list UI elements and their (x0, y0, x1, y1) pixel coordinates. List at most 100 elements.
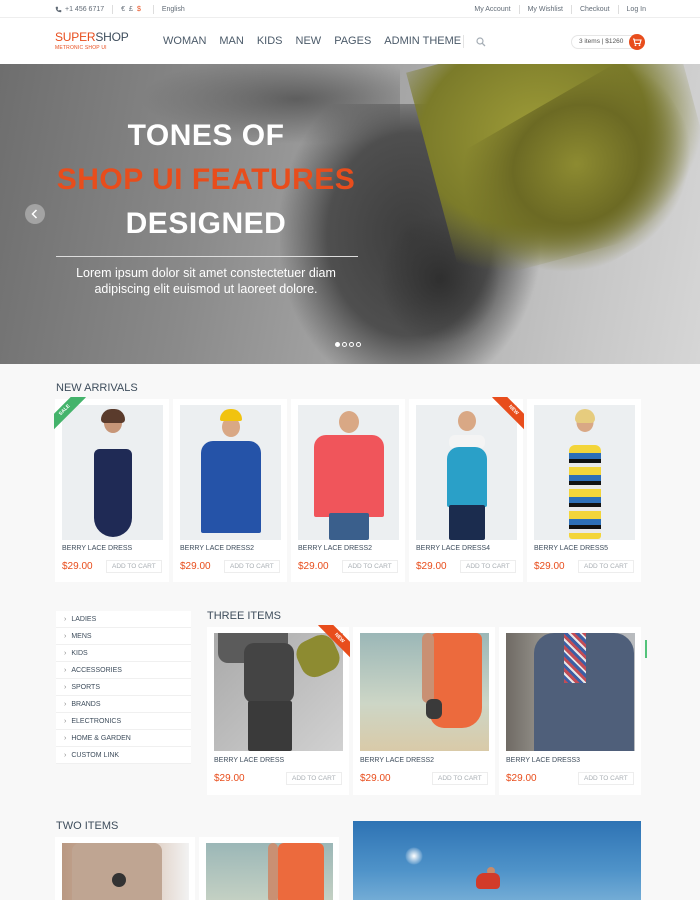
product-card[interactable]: BERRY LACE DRESS5 $29.00 ADD TO CART (527, 399, 641, 582)
product-card[interactable] (199, 837, 339, 900)
image-plaid-shirt (564, 633, 586, 683)
slider-dot-1[interactable] (335, 342, 340, 347)
top-bar: +1 456 6717 € £ $ English My Account My … (0, 0, 700, 18)
search-icon[interactable] (476, 37, 486, 47)
hero-line-3: DESIGNED (125, 207, 287, 240)
product-card[interactable] (55, 837, 195, 900)
nav-pages[interactable]: PAGES (334, 35, 371, 47)
nav-woman[interactable]: WOMAN (163, 35, 206, 47)
nav-kids[interactable]: KIDS (257, 35, 283, 47)
product-name[interactable]: BERRY LACE DRESS2 (360, 757, 434, 764)
slider-dot-4[interactable] (356, 342, 361, 347)
currency-gbp[interactable]: £ (129, 6, 133, 13)
currency-eur[interactable]: € (121, 6, 125, 13)
divider (570, 5, 572, 14)
currency-usd[interactable]: $ (137, 6, 141, 13)
my-wishlist-link[interactable]: My Wishlist (528, 6, 563, 13)
product-card[interactable]: NEW BERRY LACE DRESS4 $29.00 ADD TO CART (409, 397, 524, 582)
model-head (457, 411, 476, 431)
chevron-right-icon: › (64, 735, 67, 742)
add-to-cart-button[interactable]: ADD TO CART (578, 560, 634, 573)
slider-dot-3[interactable] (349, 342, 354, 347)
product-card[interactable]: BERRY LACE DRESS3 $29.00 ADD TO CART (499, 627, 641, 795)
new-arrivals-title: NEW ARRIVALS (56, 382, 138, 394)
product-price: $29.00 (62, 561, 93, 572)
divider (617, 5, 619, 14)
product-image[interactable] (506, 633, 635, 751)
divider (518, 5, 520, 14)
add-to-cart-button[interactable]: ADD TO CART (578, 772, 634, 785)
product-image[interactable] (360, 633, 489, 751)
language-selector[interactable]: English (162, 6, 185, 13)
nav-admin-theme[interactable]: ADMIN THEME (384, 35, 461, 47)
checkout-link[interactable]: Checkout (580, 6, 610, 13)
sidebar-item-mens[interactable]: › MENS (56, 628, 191, 645)
nav-new[interactable]: NEW (296, 35, 322, 47)
sidebar-item-label: SPORTS (71, 684, 100, 691)
product-card[interactable]: BERRY LACE DRESS2 $29.00 ADD TO CART (353, 627, 495, 795)
sidebar-item-home-garden[interactable]: › HOME & GARDEN (56, 730, 191, 747)
top-bar-left: +1 456 6717 € £ $ English (55, 5, 185, 14)
add-to-cart-button[interactable]: ADD TO CART (432, 772, 488, 785)
promo-banner[interactable] (353, 821, 641, 900)
add-to-cart-button[interactable]: ADD TO CART (224, 560, 280, 573)
product-image[interactable] (62, 843, 189, 900)
hero-divider (56, 256, 358, 257)
sidebar-item-label: LADIES (71, 616, 97, 623)
sidebar-item-label: KIDS (71, 650, 88, 657)
image-sunglasses (426, 699, 442, 719)
product-name[interactable]: BERRY LACE DRESS3 (506, 757, 580, 764)
add-to-cart-button[interactable]: ADD TO CART (106, 560, 162, 573)
product-card[interactable]: SALE BERRY LACE DRESS $29.00 ADD TO CART (54, 397, 169, 582)
sidebar-item-electronics[interactable]: › ELECTRONICS (56, 713, 191, 730)
product-price: $29.00 (214, 773, 245, 784)
product-name[interactable]: BERRY LACE DRESS2 (298, 545, 372, 552)
sidebar-item-brands[interactable]: › BRANDS (56, 696, 191, 713)
product-card[interactable]: BERRY LACE DRESS2 $29.00 ADD TO CART (291, 399, 405, 582)
product-name[interactable]: BERRY LACE DRESS2 (180, 545, 254, 552)
add-to-cart-button[interactable]: ADD TO CART (460, 560, 516, 573)
product-card[interactable]: NEW BERRY LACE DRESS $29.00 ADD TO CART (207, 625, 350, 795)
hero-caption: TONES OF SHOP UI FEATURES DESIGNED Lorem… (56, 114, 358, 297)
hero-line-1: TONES OF (127, 119, 285, 152)
logo-super: SUPER (55, 30, 96, 44)
cart-button[interactable] (629, 34, 645, 50)
logo[interactable]: SUPERSHOP METRONIC SHOP UI (55, 30, 129, 51)
log-in-link[interactable]: Log In (627, 6, 646, 13)
chevron-right-icon: › (64, 616, 67, 623)
main-nav: WOMAN MAN KIDS NEW PAGES ADMIN THEME (163, 35, 474, 47)
slider-dot-2[interactable] (342, 342, 347, 347)
hero-line-2: SHOP UI FEATURES (56, 163, 356, 196)
product-image[interactable] (206, 843, 333, 900)
new-badge: NEW (316, 625, 350, 659)
chevron-right-icon: › (64, 752, 67, 759)
product-name[interactable]: BERRY LACE DRESS4 (416, 545, 490, 552)
chevron-right-icon: › (64, 633, 67, 640)
product-image[interactable] (180, 405, 281, 540)
chevron-right-icon: › (64, 650, 67, 657)
product-image[interactable] (534, 405, 635, 540)
sidebar-item-custom-link[interactable]: › CUSTOM LINK (56, 747, 191, 764)
product-image[interactable] (298, 405, 399, 540)
add-to-cart-button[interactable]: ADD TO CART (342, 560, 398, 573)
product-name[interactable]: BERRY LACE DRESS (62, 545, 132, 552)
image-watch (112, 873, 126, 887)
image-pants (248, 701, 292, 751)
nav-man[interactable]: MAN (219, 35, 243, 47)
slider-dots (335, 342, 363, 347)
model-jeans (328, 513, 369, 540)
product-name[interactable]: BERRY LACE DRESS (214, 757, 284, 764)
product-card[interactable]: BERRY LACE DRESS2 $29.00 ADD TO CART (173, 399, 287, 582)
product-name[interactable]: BERRY LACE DRESS5 (534, 545, 608, 552)
slider-prev-button[interactable] (25, 204, 45, 224)
chevron-right-icon: › (64, 667, 67, 674)
image-shirt (72, 843, 162, 900)
sidebar-item-label: MENS (71, 633, 92, 640)
sidebar-item-kids[interactable]: › KIDS (56, 645, 191, 662)
sidebar-item-label: ELECTRONICS (71, 718, 122, 725)
sidebar-item-sports[interactable]: › SPORTS (56, 679, 191, 696)
sidebar-item-accessories[interactable]: › ACCESSORIES (56, 662, 191, 679)
sidebar-item-ladies[interactable]: › LADIES (56, 611, 191, 628)
my-account-link[interactable]: My Account (474, 6, 510, 13)
add-to-cart-button[interactable]: ADD TO CART (286, 772, 342, 785)
